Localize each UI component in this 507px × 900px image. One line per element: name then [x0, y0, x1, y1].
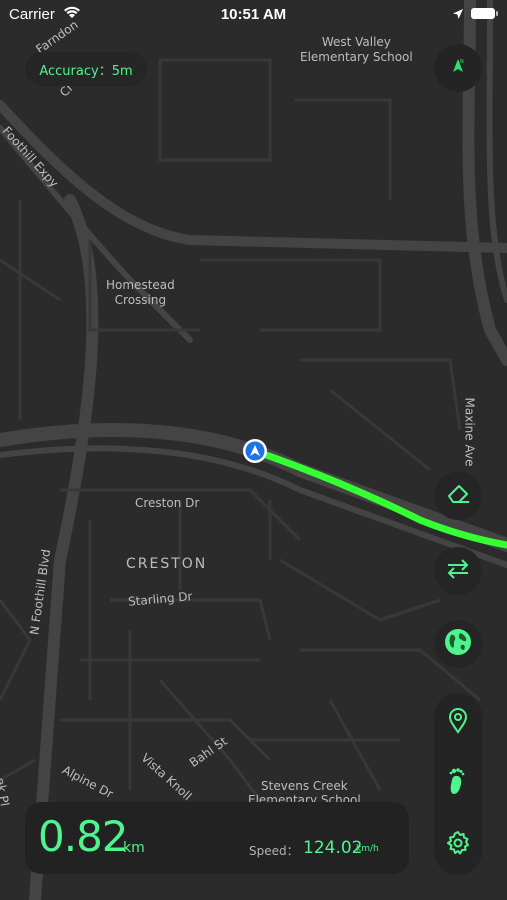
pin-button[interactable] — [434, 699, 482, 747]
stats-panel: 0.82 km Speed： 124.02 km/h — [25, 802, 409, 874]
map-label-maxine-ave: Maxine Ave — [462, 397, 477, 467]
eraser-button[interactable] — [434, 472, 482, 520]
svg-text:N: N — [460, 59, 464, 65]
status-bar: Carrier 10:51 AM — [0, 0, 507, 30]
accuracy-badge: Accuracy：5m — [25, 52, 147, 86]
map-label-school: West Valley Elementary School — [300, 35, 413, 64]
eraser-icon — [445, 482, 471, 510]
location-pin-icon — [447, 708, 469, 738]
speed-unit: km/h — [356, 844, 379, 854]
gear-icon — [445, 830, 471, 860]
battery-icon — [471, 8, 498, 19]
speed-label: Speed： — [249, 844, 299, 858]
swap-button[interactable] — [434, 547, 482, 595]
map-label-creston-dr: Creston Dr — [135, 496, 200, 510]
map-label-creston: CRESTON — [126, 556, 208, 572]
footprint-icon — [447, 766, 469, 800]
status-time: 10:51 AM — [220, 6, 287, 23]
map-label-homestead: Homestead Crossing — [106, 278, 175, 307]
compass-icon: N — [449, 57, 467, 79]
location-services-icon — [452, 7, 464, 24]
distance-unit: km — [123, 840, 145, 856]
globe-icon — [443, 627, 473, 661]
footprint-button[interactable] — [434, 759, 482, 807]
tool-stack — [434, 693, 482, 875]
current-location-marker — [243, 439, 267, 463]
speed-value: 124.02 — [303, 838, 363, 858]
distance-value: 0.82 — [38, 812, 129, 861]
swap-arrows-icon — [445, 558, 471, 584]
globe-button[interactable] — [434, 620, 482, 668]
settings-button[interactable] — [434, 821, 482, 869]
accuracy-label: Accuracy：5m — [39, 63, 133, 79]
compass-button[interactable]: N — [434, 44, 482, 92]
map-view[interactable] — [0, 0, 507, 900]
